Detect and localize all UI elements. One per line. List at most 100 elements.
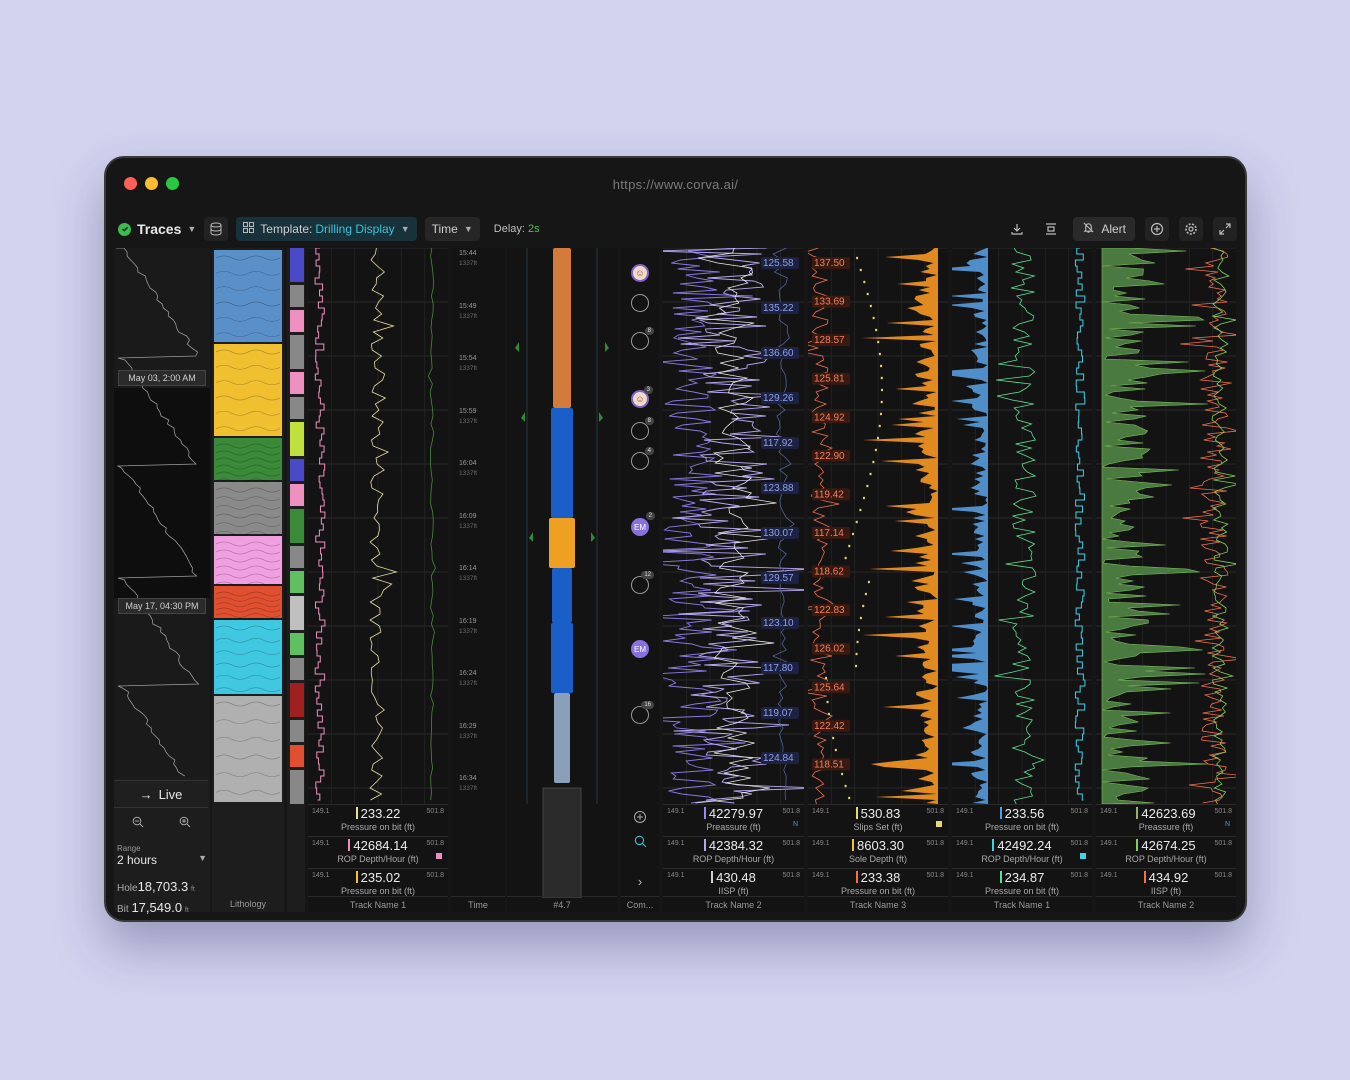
rig-icon[interactable]: 8	[631, 417, 654, 440]
count-badge: 4	[644, 447, 654, 455]
value-label: 122.90	[814, 451, 845, 462]
track-5[interactable]: Track Name 2 149.1 501.8 42623.69 Preass…	[1096, 248, 1236, 912]
search-icon[interactable]	[631, 832, 649, 850]
time-row: 16:09 1337ft	[459, 513, 477, 530]
depth-value: 1337ft	[459, 575, 478, 582]
value-label: 123.10	[763, 618, 794, 629]
track-readout[interactable]: 149.1 501.8 233.38 Pressure on bit (ft)	[808, 868, 948, 900]
track-readout[interactable]: 149.1 501.8 8603.30 Sole Depth (ft)	[808, 836, 948, 868]
track-4[interactable]: Track Name 1 149.1 501.8 233.56 Pressure…	[952, 248, 1092, 912]
range-select[interactable]: Range 2 hours ▼	[117, 844, 207, 867]
value-label: 122.83	[814, 605, 845, 616]
live-label: Live	[158, 786, 183, 802]
track-readout[interactable]: 149.1 501.8 42623.69 Preassure (ft) N	[1096, 804, 1236, 836]
add-circle-icon[interactable]	[1145, 217, 1169, 241]
series-line	[314, 248, 326, 801]
minimize-window-button[interactable]	[145, 177, 158, 190]
track-readout[interactable]: 149.1 501.8 233.22 Pressure on bit (ft)	[308, 804, 448, 836]
track-readout[interactable]: 149.1 501.8 233.56 Pressure on bit (ft)	[952, 804, 1092, 836]
track-readout[interactable]: 149.1 501.8 42279.97 Preassure (ft) N	[663, 804, 804, 836]
time-row: 16:19 1337ft	[459, 618, 477, 635]
readout-value-row: 42279.97	[663, 806, 804, 821]
time-select[interactable]: Time ▼	[424, 217, 480, 241]
zoom-out-icon[interactable]	[132, 816, 144, 831]
user-initials-avatar[interactable]: EM 2	[631, 512, 655, 536]
time-value: 16:29	[459, 722, 477, 730]
track-readout[interactable]: 149.1 501.8 42684.14 ROP Depth/Hour (ft)	[308, 836, 448, 868]
series-color-swatch	[355, 871, 358, 883]
formation-band	[290, 720, 304, 742]
time-row: 16:24 1337ft	[459, 670, 477, 687]
track-2[interactable]: 125.58 135.22 136.60 129.26 117.92 123.88 130.…	[663, 248, 804, 912]
clock-icon[interactable]: 4	[631, 447, 654, 470]
bha-component	[551, 623, 573, 693]
hole-unit: ft	[190, 886, 195, 893]
overview-chart[interactable]	[114, 248, 210, 778]
readout-value-row: 42684.14	[308, 838, 448, 853]
track-readout[interactable]: 149.1 501.8 42674.25 ROP Depth/Hour (ft)	[1096, 836, 1236, 868]
track-readout[interactable]: 149.1 501.8 430.48 IISP (ft)	[663, 868, 804, 900]
user-avatar[interactable]: ☺ 3	[631, 386, 653, 408]
value-label: 117.80	[763, 663, 793, 674]
template-grid-icon	[243, 222, 255, 236]
readout-value: 235.02	[360, 870, 401, 885]
app-switcher[interactable]: Traces ▼	[118, 221, 196, 237]
gear-icon[interactable]	[1179, 217, 1203, 241]
chevron-right-icon[interactable]: ›	[631, 872, 649, 890]
chat-icon[interactable]: 12	[631, 571, 654, 594]
readout-label: Sole Depth (ft)	[848, 854, 908, 864]
download-icon[interactable]	[1005, 217, 1029, 241]
align-icon[interactable]	[1039, 217, 1063, 241]
zoom-window-button[interactable]	[166, 177, 179, 190]
add-comment-icon[interactable]	[631, 808, 649, 826]
expand-icon[interactable]	[1213, 217, 1237, 241]
formation-band	[290, 459, 304, 481]
track-readout[interactable]: 149.1 501.8 42492.24 ROP Depth/Hour (ft)	[952, 836, 1092, 868]
track-readout[interactable]: 149.1 501.8 530.83 Slips Set (ft)	[808, 804, 948, 836]
readout-value-row: 42492.24	[952, 838, 1092, 853]
initials-text: EM	[634, 644, 646, 654]
bit-unit: ft	[184, 907, 189, 914]
series-color-swatch	[703, 839, 706, 851]
template-prefix: Template:	[260, 222, 313, 236]
live-button[interactable]: → Live	[114, 780, 208, 808]
value-label: 137.50	[814, 258, 845, 269]
track-1[interactable]: Track Name 1 149.1 501.8 233.22 Pressure…	[308, 248, 448, 912]
track-readout[interactable]: 149.1 501.8 42384.32 ROP Depth/Hour (ft)	[663, 836, 804, 868]
track-3[interactable]: 137.50 133.69 128.57 125.81 124.92 122.90 119.…	[808, 248, 948, 912]
time-row: 15:59 1337ft	[459, 408, 477, 425]
status-ok-icon	[118, 222, 131, 236]
readout-label: Preassure (ft)	[1138, 822, 1194, 832]
track-1-chart[interactable]	[308, 248, 448, 804]
user-avatar[interactable]: ☺	[631, 264, 649, 282]
track-4-chart[interactable]	[952, 248, 1092, 804]
depth-value: 1337ft	[459, 680, 478, 687]
alert-label: Alert	[1101, 222, 1126, 236]
bha-footer: #4.7	[507, 896, 617, 912]
formation-band	[290, 310, 304, 332]
readout-label: ROP Depth/Hour (ft)	[981, 854, 1063, 864]
readout-value-row: 234.87	[952, 870, 1092, 885]
message-icon[interactable]: 16	[631, 701, 654, 724]
template-select[interactable]: Template: Drilling Display ▼	[236, 217, 417, 241]
track-5-chart[interactable]	[1096, 248, 1236, 804]
alert-button[interactable]: Alert	[1073, 217, 1135, 241]
database-icon[interactable]	[204, 217, 229, 241]
series-area	[952, 248, 988, 804]
readout-label: Pressure on bit (ft)	[340, 886, 416, 896]
track-readout[interactable]: 149.1 501.8 434.92 IISP (ft)	[1096, 868, 1236, 900]
value-label: 129.57	[763, 573, 794, 584]
track-readout[interactable]: 149.1 501.8 235.02 Pressure on bit (ft)	[308, 868, 448, 900]
range-label: Range	[117, 844, 141, 853]
track-readout[interactable]: 149.1 501.8 234.87 Pressure on bit (ft)	[952, 868, 1092, 900]
track-3-chart[interactable]: 137.50 133.69 128.57 125.81 124.92 122.90 119.…	[808, 248, 948, 804]
track-2-chart[interactable]: 125.58 135.22 136.60 129.26 117.92 123.88 130.…	[663, 248, 804, 804]
comment-icon[interactable]: 8	[631, 327, 654, 350]
user-initials-avatar[interactable]: EM	[631, 640, 649, 658]
formation-band	[290, 285, 304, 307]
formation-band	[290, 770, 304, 804]
delay-value: 2s	[528, 223, 540, 235]
comment-icon[interactable]	[631, 294, 649, 312]
zoom-in-icon[interactable]	[179, 816, 191, 831]
close-window-button[interactable]	[124, 177, 137, 190]
